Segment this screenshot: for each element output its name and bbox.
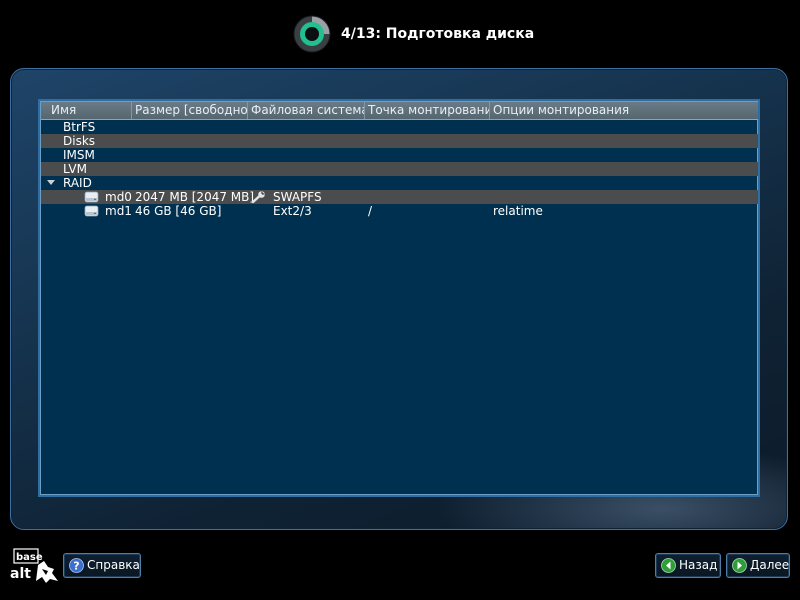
table-row[interactable]: md1 46 GB [46 GB] Ext2/3 / relatime: [41, 204, 758, 218]
back-button[interactable]: Назад: [655, 553, 721, 578]
row-size: 46 GB [46 GB]: [135, 204, 222, 218]
table-row[interactable]: LVM: [41, 162, 758, 176]
svg-text:base: base: [16, 552, 43, 563]
column-header-size[interactable]: Размер [свободно]: [132, 102, 248, 119]
drive-icon: [84, 205, 99, 217]
expand-arrow-icon[interactable]: [47, 180, 55, 185]
svg-text:alt: alt: [10, 566, 31, 582]
page-title: 4/13: Подготовка диска: [341, 26, 535, 42]
row-mount: /: [368, 204, 373, 218]
main-frame: Имя Размер [свободно] Файловая система Т…: [10, 68, 788, 530]
row-name: md0: [105, 190, 132, 204]
drive-icon: [84, 191, 99, 203]
arrow-left-icon: [661, 558, 676, 573]
header: 4/13: Подготовка диска: [0, 0, 800, 66]
row-name: BtrFS: [63, 120, 96, 134]
row-name: IMSM: [63, 148, 95, 162]
next-button-label: Далее: [750, 558, 790, 572]
column-header-options[interactable]: Опции монтирования: [490, 102, 758, 119]
row-fs: SWAPFS: [273, 190, 322, 204]
column-header-name[interactable]: Имя: [41, 102, 132, 119]
row-name: Disks: [63, 134, 96, 148]
table-header: Имя Размер [свободно] Файловая система Т…: [41, 102, 758, 120]
installer-screen: 4/13: Подготовка диска Имя Размер [свобо…: [0, 0, 800, 600]
basealt-logo: base alt: [10, 548, 58, 583]
svg-text:?: ?: [73, 560, 79, 573]
row-name: RAID: [63, 176, 92, 190]
altlinux-ring-icon: [293, 15, 331, 53]
wrench-icon: [251, 191, 265, 204]
table-row[interactable]: md0 2047 MB [2047 MB] SWAPFS: [41, 190, 758, 204]
row-fs: Ext2/3: [273, 204, 312, 218]
back-button-label: Назад: [679, 558, 718, 572]
column-header-mount[interactable]: Точка монтирования: [365, 102, 490, 119]
help-icon: ?: [69, 558, 84, 573]
table-row[interactable]: BtrFS: [41, 120, 758, 134]
arrow-right-icon: [732, 558, 747, 573]
column-header-fs[interactable]: Файловая система: [248, 102, 365, 119]
row-options: relatime: [493, 204, 543, 218]
table-row[interactable]: Disks: [41, 134, 758, 148]
help-button-label: Справка: [87, 558, 140, 572]
row-size: 2047 MB [2047 MB]: [135, 190, 255, 204]
help-button[interactable]: ? Справка: [63, 553, 141, 578]
next-button[interactable]: Далее: [726, 553, 790, 578]
row-name: md1: [105, 204, 132, 218]
table-row[interactable]: IMSM: [41, 148, 758, 162]
row-name: LVM: [63, 162, 87, 176]
table-body: BtrFS Disks IMSM LVM RAID md0 2047 MB [2…: [41, 120, 758, 218]
partition-table[interactable]: Имя Размер [свободно] Файловая система Т…: [38, 99, 760, 497]
table-row[interactable]: RAID: [41, 176, 758, 190]
